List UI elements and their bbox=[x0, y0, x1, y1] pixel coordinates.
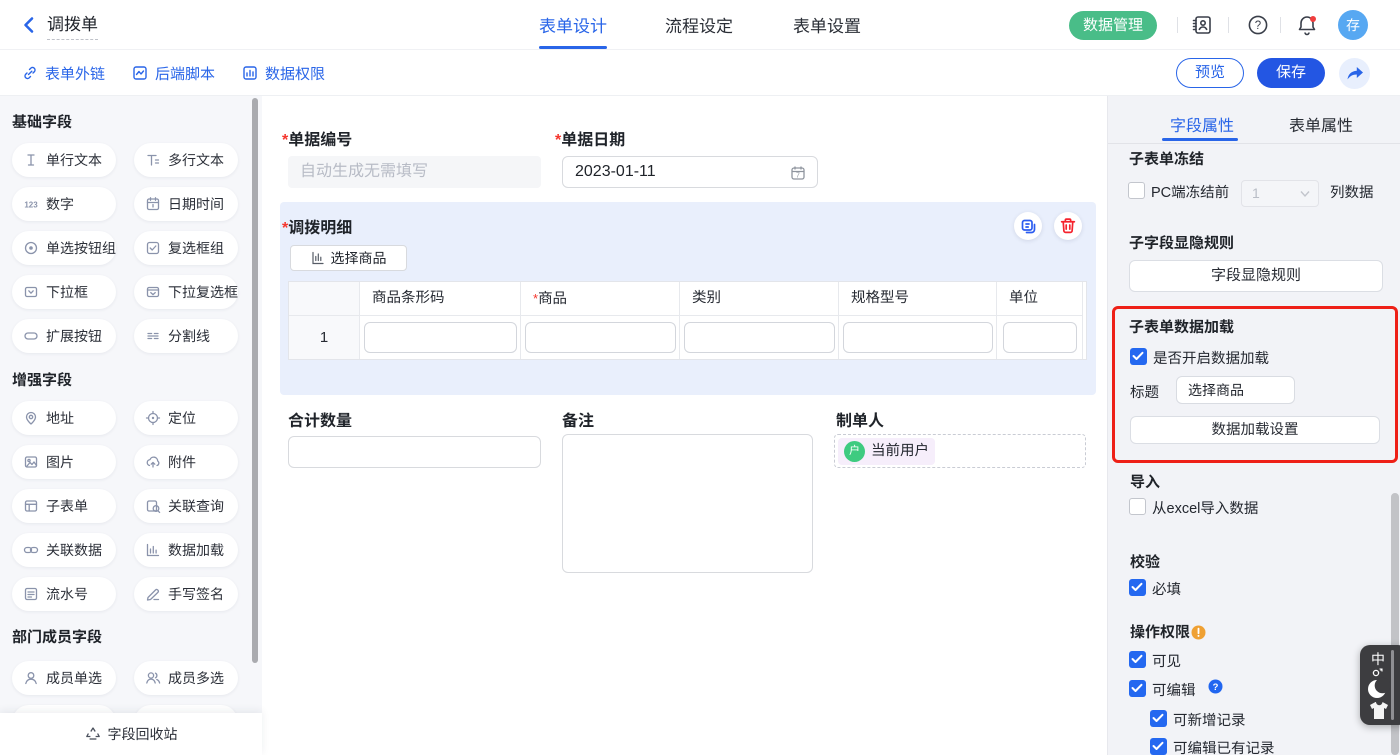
svg-text:?: ? bbox=[1255, 20, 1261, 32]
svg-text:7: 7 bbox=[796, 173, 800, 180]
svg-text:?: ? bbox=[1213, 682, 1219, 693]
svg-text:123: 123 bbox=[24, 201, 38, 210]
